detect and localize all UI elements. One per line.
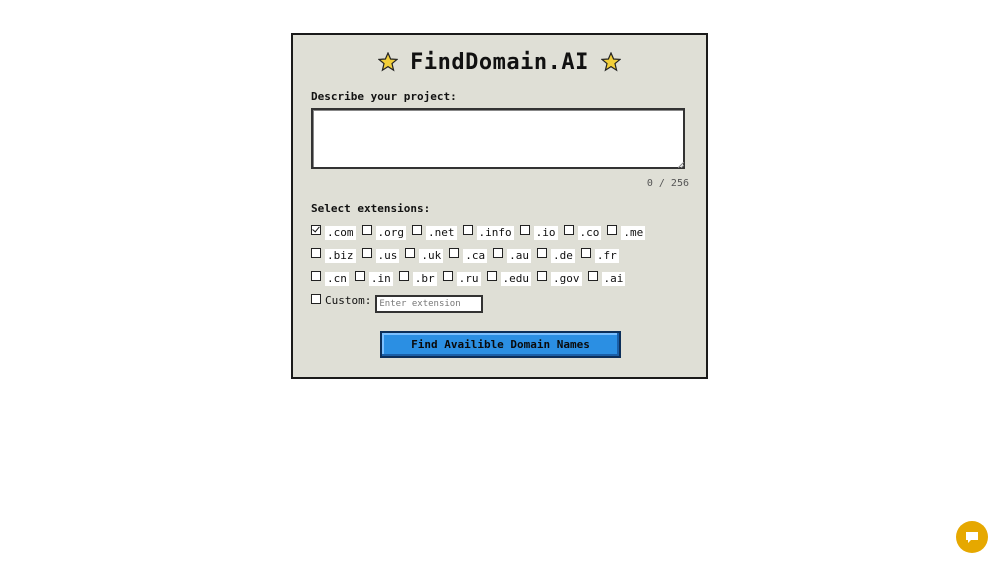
extension-label: .me	[621, 225, 646, 240]
domain-search-card: FindDomain.AI Describe your project: 0 /…	[291, 33, 708, 379]
extension-option[interactable]: .fr	[580, 247, 619, 263]
star-icon	[600, 52, 621, 72]
custom-label: Custom:	[325, 293, 372, 307]
custom-extension-row: Custom:	[311, 290, 701, 314]
checkbox[interactable]	[354, 270, 365, 281]
checkbox[interactable]	[537, 270, 547, 281]
checkbox[interactable]	[607, 224, 618, 235]
checkbox[interactable]	[405, 247, 416, 258]
checkbox[interactable]	[398, 270, 409, 281]
extension-option[interactable]: .co	[563, 224, 602, 240]
checkbox[interactable]	[519, 224, 530, 235]
extension-label: .com	[325, 225, 356, 240]
star-icon	[378, 52, 399, 72]
extension-row: .cn .in .br .ru .edu .gov .ai	[311, 267, 701, 290]
extension-label: .in	[368, 271, 393, 286]
extension-label: .ai	[601, 271, 626, 286]
extension-option[interactable]: .ai	[587, 270, 626, 286]
extension-option[interactable]: .au	[493, 247, 531, 263]
extension-option[interactable]: .edu	[486, 270, 531, 286]
custom-checkbox[interactable]	[311, 294, 321, 304]
extension-label: .us	[375, 248, 400, 263]
extension-label: .cn	[325, 271, 349, 286]
extension-option[interactable]: .org	[361, 224, 406, 240]
extension-label: .gov	[551, 271, 582, 286]
extension-option[interactable]: .br	[398, 270, 437, 286]
extension-option[interactable]: .biz	[311, 247, 356, 263]
find-domains-button[interactable]: Find Availible Domain Names	[380, 331, 621, 358]
extension-label: .ca	[463, 248, 488, 263]
checkbox[interactable]	[580, 247, 591, 258]
extension-label: .co	[577, 225, 602, 240]
extension-list: .com .org .net .info .io .co .me .biz .u…	[311, 221, 701, 314]
extension-option[interactable]: .us	[361, 247, 400, 263]
checkbox[interactable]	[493, 247, 504, 258]
checkbox[interactable]	[442, 270, 453, 281]
checkbox[interactable]	[361, 224, 372, 235]
character-counter: 0 / 256	[646, 178, 689, 189]
chat-bubble-button[interactable]	[956, 521, 988, 553]
describe-label: Describe your project:	[311, 90, 457, 103]
extension-label: .ru	[456, 271, 481, 286]
title-row: FindDomain.AI	[293, 47, 706, 77]
project-description-input[interactable]	[311, 108, 685, 169]
extension-option[interactable]: .de	[537, 247, 575, 263]
extension-label: .info	[476, 225, 514, 240]
checkbox[interactable]	[537, 247, 547, 258]
chat-bubble-icon	[966, 532, 978, 543]
extension-option[interactable]: .com	[311, 224, 356, 240]
extension-label: .edu	[500, 271, 531, 286]
checkbox[interactable]	[412, 224, 422, 235]
checkbox[interactable]	[449, 247, 460, 258]
checkbox[interactable]	[311, 270, 321, 281]
checkbox[interactable]	[563, 224, 574, 235]
custom-extension-input[interactable]	[375, 295, 484, 313]
app-title: FindDomain.AI	[410, 49, 589, 75]
checkbox[interactable]	[486, 270, 497, 281]
extension-row: .com .org .net .info .io .co .me	[311, 221, 701, 244]
checkbox[interactable]	[361, 247, 372, 258]
extension-label: .biz	[325, 248, 356, 263]
extension-label: .io	[533, 225, 558, 240]
extension-label: .fr	[594, 248, 619, 263]
extension-option[interactable]: .cn	[311, 270, 349, 286]
extension-row: .biz .us .uk .ca .au .de .fr	[311, 244, 701, 267]
extension-label: .net	[426, 225, 457, 240]
select-extensions-label: Select extensions:	[311, 202, 431, 215]
extension-option[interactable]: .net	[412, 224, 457, 240]
extension-label: .de	[551, 248, 575, 263]
extension-option[interactable]: .gov	[537, 270, 582, 286]
extension-option[interactable]: .uk	[405, 247, 444, 263]
extension-label: .uk	[419, 248, 444, 263]
checkbox[interactable]	[311, 247, 321, 258]
extension-option[interactable]: .me	[607, 224, 646, 240]
checkbox[interactable]	[462, 224, 473, 235]
extension-option[interactable]: .ca	[449, 247, 488, 263]
checkbox[interactable]	[587, 270, 598, 281]
extension-option[interactable]: .info	[462, 224, 514, 240]
extension-label: .org	[375, 225, 406, 240]
checkbox[interactable]	[311, 224, 321, 235]
extension-option[interactable]: .in	[354, 270, 393, 286]
extension-label: .au	[507, 248, 531, 263]
extension-option[interactable]: .ru	[442, 270, 481, 286]
extension-option[interactable]: .io	[519, 224, 558, 240]
extension-label: .br	[412, 271, 437, 286]
